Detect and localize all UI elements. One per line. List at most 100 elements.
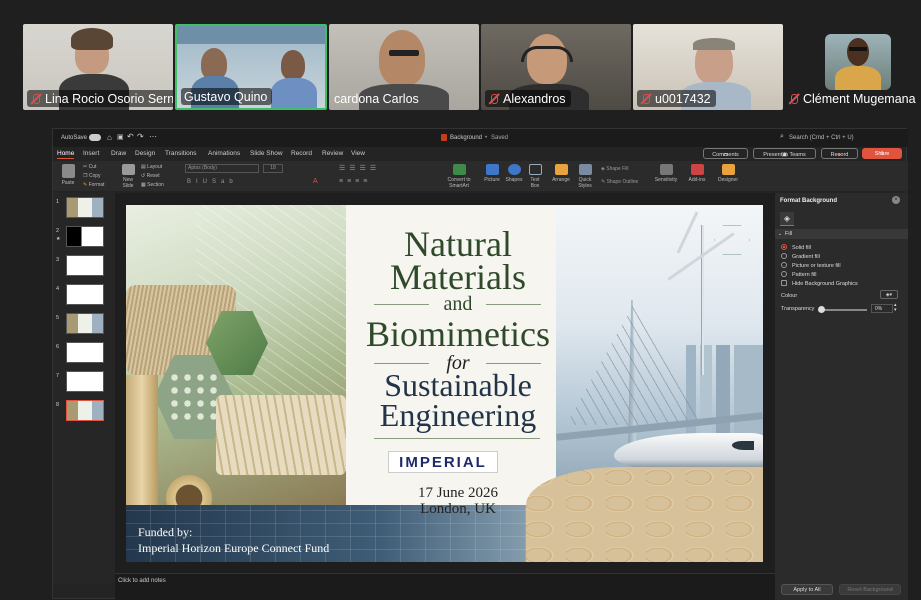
tab-transitions[interactable]: Transitions [165, 150, 197, 157]
slide-title-line: Engineering [379, 397, 537, 433]
saved-status: Saved [491, 135, 509, 141]
reset-button[interactable]: ↺ Reset [141, 173, 160, 179]
notes-pane[interactable]: Click to add notes [115, 573, 775, 600]
sensitivity-button[interactable]: Sensitivity [653, 164, 679, 183]
cut-button[interactable]: ✂ Cut [83, 164, 96, 170]
record-button[interactable]: ● Record [821, 148, 858, 159]
participant-name: u0017432 [655, 91, 711, 106]
convert-smartart-button[interactable]: Convert to SmartArt [445, 164, 473, 189]
save-icon[interactable]: ▣ [117, 133, 124, 141]
redo-icon[interactable]: ↷ [137, 132, 144, 141]
paste-icon [61, 164, 75, 178]
slide-thumbnail[interactable] [66, 255, 104, 276]
shape-outline-button[interactable]: ✎ Shape Outline [601, 179, 638, 185]
smartart-icon [452, 164, 466, 175]
paragraph-icon[interactable]: ☰☰☰☰ [339, 164, 380, 172]
present-in-teams-button[interactable]: ▣ Present in Teams [753, 148, 816, 159]
tab-review[interactable]: Review [322, 150, 343, 157]
arrange-icon [554, 164, 568, 175]
paste-button[interactable]: Paste [59, 164, 77, 186]
more-icon[interactable]: ⋯ [149, 132, 157, 141]
font-format-row[interactable]: BIUSab [187, 179, 238, 185]
font-name-select[interactable]: Aptos (Body) [185, 164, 259, 173]
participant-tile[interactable]: cardona Carlos [329, 24, 479, 110]
align-icon[interactable]: ≡≡≡≡ [339, 178, 371, 185]
transparency-input[interactable]: 0% [871, 304, 893, 313]
funded-by-label: Funded by: [138, 525, 193, 539]
fill-section-header[interactable]: ⌄ Fill [775, 229, 908, 239]
fill-option-label: Gradient fill [792, 254, 820, 260]
participant-name-tag: cardona Carlos [331, 90, 424, 107]
slide-thumbnail[interactable] [66, 226, 104, 247]
document-title[interactable]: Background [450, 135, 482, 141]
tab-record[interactable]: Record [291, 150, 312, 157]
format-painter-button[interactable]: ✎ Format [83, 182, 104, 188]
picture-button[interactable]: Picture [483, 164, 501, 183]
tab-view[interactable]: View [351, 150, 365, 157]
gradient-fill-radio[interactable] [781, 253, 787, 259]
autosave-toggle[interactable] [89, 134, 101, 141]
fill-tab-icon[interactable]: ◈ [780, 212, 794, 226]
share-button[interactable]: ⇪ Share [862, 148, 902, 159]
slide-thumbnail[interactable] [66, 371, 104, 392]
slide-thumbnail[interactable] [66, 197, 104, 218]
font-size-select[interactable]: 18 [263, 164, 283, 173]
participant-tile[interactable]: Lina Rocio Osorio Serna [23, 24, 173, 110]
arrange-button[interactable]: Arrange [551, 164, 571, 183]
participant-tile[interactable]: Clément Mugemana [785, 24, 920, 110]
notes-placeholder[interactable]: Click to add notes [118, 578, 166, 584]
quick-styles-button[interactable]: Quick Styles [575, 164, 595, 189]
tab-insert[interactable]: Insert [83, 150, 99, 157]
colour-picker-button[interactable]: ◈▾ [880, 290, 898, 299]
tab-home[interactable]: Home [57, 150, 75, 159]
text-box-button[interactable]: Text Box [527, 164, 543, 189]
slide-thumbnail-selected[interactable] [66, 400, 104, 421]
pattern-fill-radio[interactable] [781, 271, 787, 277]
apply-to-all-button[interactable]: Apply to All [781, 584, 833, 595]
close-icon[interactable]: × [892, 196, 900, 204]
solid-fill-radio[interactable] [781, 244, 787, 250]
hide-graphics-checkbox[interactable] [781, 280, 787, 286]
add-ins-icon [690, 164, 704, 175]
stepper-icon[interactable]: ▴ ▾ [894, 303, 897, 313]
chevron-down-icon: ⌄ [778, 231, 783, 237]
tab-draw[interactable]: Draw [111, 150, 126, 157]
picture-fill-radio[interactable] [781, 262, 787, 268]
designer-icon [721, 164, 735, 175]
tab-slide-show[interactable]: Slide Show [250, 150, 283, 157]
participant-tile[interactable]: u0017432 [633, 24, 783, 110]
tab-animations[interactable]: Animations [208, 150, 240, 157]
section-button[interactable]: ▦ Section [141, 182, 164, 188]
transparency-label: Transparency [781, 306, 815, 312]
slide-thumbnail[interactable] [66, 313, 104, 334]
shape-fill-button[interactable]: ◈ Shape Fill [601, 166, 628, 172]
participant-tile[interactable]: Alexandros [481, 24, 631, 110]
tab-design[interactable]: Design [135, 150, 155, 157]
participant-tile[interactable]: Gustavo Quino [175, 24, 327, 110]
slide-editing-canvas[interactable]: Natural Materials and Biomimetics for Su… [115, 193, 775, 583]
wind-turbine-icon [701, 225, 704, 375]
participant-name: Alexandros [503, 91, 566, 106]
copy-button[interactable]: ❐ Copy [83, 173, 101, 179]
add-ins-button[interactable]: Add-ins [687, 164, 707, 183]
file-icon [441, 134, 447, 141]
transparency-slider-thumb[interactable] [818, 306, 825, 313]
slide[interactable]: Natural Materials and Biomimetics for Su… [126, 205, 763, 562]
designer-button[interactable]: Designer [717, 164, 739, 183]
home-icon[interactable]: ⌂ [107, 133, 112, 142]
slide-number: 4 [56, 286, 60, 292]
slide-thumbnail[interactable] [66, 342, 104, 363]
reset-background-button[interactable]: Reset Background [839, 584, 901, 595]
transparency-slider[interactable] [819, 309, 867, 311]
participant-name-tag: Clément Mugemana [785, 90, 920, 107]
slide-thumbnail[interactable] [66, 284, 104, 305]
comments-button[interactable]: ▭ Comments [703, 148, 748, 159]
participant-name-tag: Alexandros [485, 90, 571, 107]
undo-icon[interactable]: ↶ [127, 132, 134, 141]
autosave-label: AutoSave [61, 135, 88, 141]
font-color-icon[interactable]: A [313, 178, 318, 185]
search-input[interactable]: Search (Cmd + Ctrl + U) [789, 135, 854, 141]
shapes-button[interactable]: Shapes [505, 164, 523, 183]
new-slide-button[interactable]: New Slide [119, 164, 137, 189]
layout-button[interactable]: ▤ Layout [141, 164, 162, 170]
